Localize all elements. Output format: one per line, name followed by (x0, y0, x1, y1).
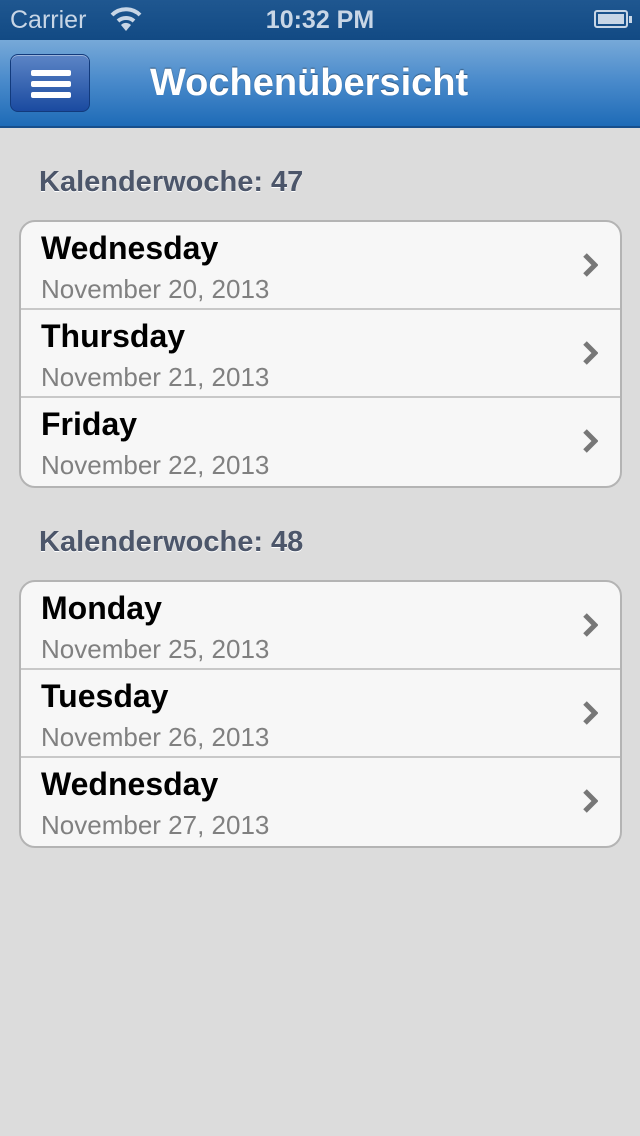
clock: 10:32 PM (265, 6, 375, 34)
date-label: November 20, 2013 (41, 274, 270, 304)
chevron-right-icon (583, 613, 598, 637)
date-label: November 25, 2013 (41, 634, 270, 664)
hamburger-icon (31, 92, 71, 98)
day-label: Friday (41, 406, 138, 442)
chevron-right-icon (583, 701, 598, 725)
day-list: Wednesday November 20, 2013 Thursday Novem… (19, 220, 622, 488)
battery-icon (594, 10, 632, 28)
date-label: November 22, 2013 (41, 450, 270, 480)
chevron-right-icon (583, 341, 598, 365)
chevron-right-icon (583, 429, 598, 453)
hamburger-icon (31, 81, 71, 87)
day-label: Wednesday (41, 766, 219, 802)
status-bar: Carrier 10:32 PM (0, 0, 640, 40)
date-label: November 21, 2013 (41, 362, 270, 392)
list-item[interactable]: Wednesday November 27, 2013 (21, 758, 620, 846)
chevron-right-icon (583, 789, 598, 813)
day-label: Wednesday (41, 230, 219, 266)
list-item[interactable]: Friday November 22, 2013 (21, 398, 620, 486)
list-item[interactable]: Wednesday November 20, 2013 (21, 222, 620, 310)
list-item[interactable]: Monday November 25, 2013 (21, 582, 620, 670)
chevron-right-icon (583, 253, 598, 277)
section-header: Kalenderwoche: 47 (39, 166, 304, 198)
day-label: Tuesday (41, 678, 169, 714)
list-item[interactable]: Tuesday November 26, 2013 (21, 670, 620, 758)
navigation-bar: Wochenübersicht (0, 40, 640, 128)
day-list: Monday November 25, 2013 Tuesday November … (19, 580, 622, 848)
date-label: November 26, 2013 (41, 722, 270, 752)
hamburger-icon (31, 70, 71, 76)
section-header: Kalenderwoche: 48 (39, 526, 304, 558)
list-item[interactable]: Thursday November 21, 2013 (21, 310, 620, 398)
page-title: Wochenübersicht (150, 62, 469, 104)
day-label: Thursday (41, 318, 186, 354)
menu-button[interactable] (10, 54, 90, 112)
day-label: Monday (41, 590, 162, 626)
date-label: November 27, 2013 (41, 810, 270, 840)
